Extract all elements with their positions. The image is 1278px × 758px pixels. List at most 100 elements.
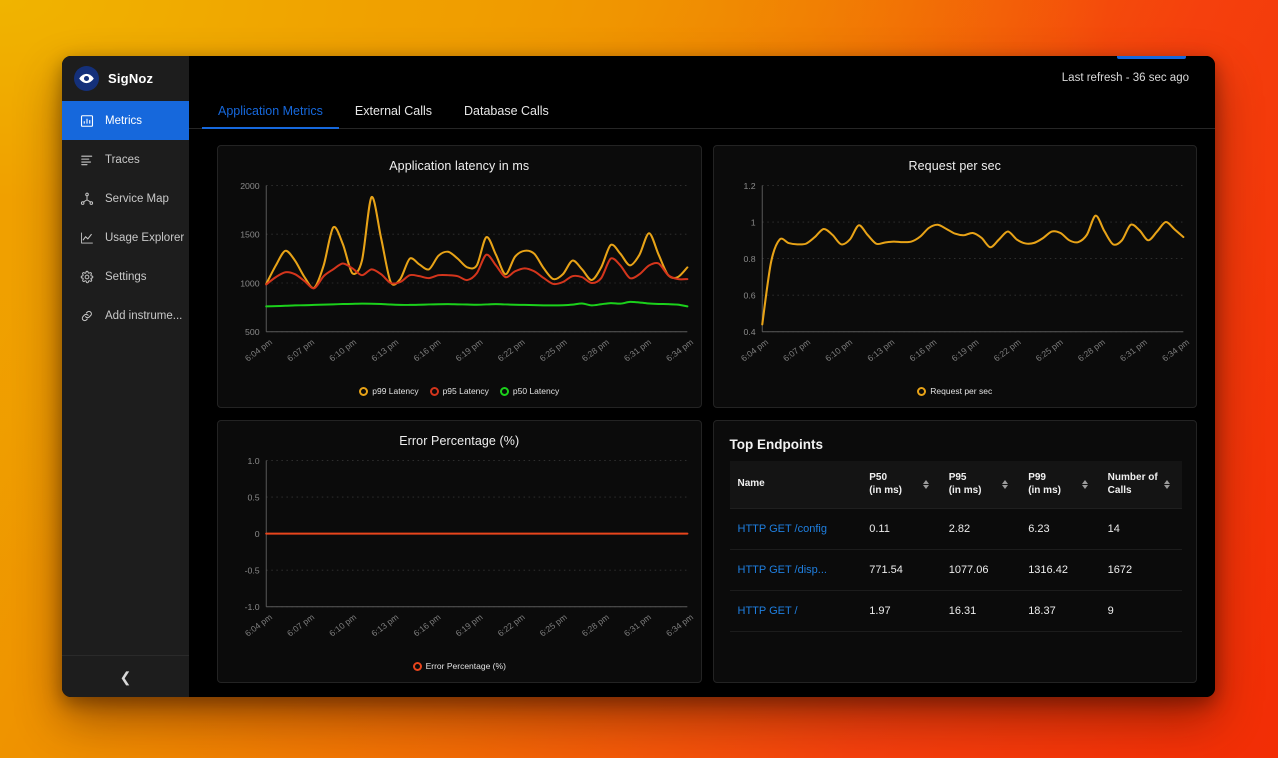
cell-p50: 771.54 [861, 549, 941, 591]
legend-item[interactable]: p50 Latency [499, 386, 560, 396]
column-header-subtext: (in ms) [1028, 484, 1061, 496]
legend-label: Request per sec [930, 386, 993, 396]
cell-p95: 1077.06 [940, 549, 1021, 591]
sidebar-item-service-map[interactable]: Service Map [62, 179, 189, 218]
bar-chart-icon [79, 113, 94, 128]
sidebar-item-metrics[interactable]: Metrics [62, 101, 189, 140]
chart-title: Application latency in ms [389, 159, 530, 173]
cell-p95: 16.31 [940, 590, 1021, 632]
chart-plot-error: -1.0 -0.5 0 0.5 1.0 6:04 pm 6:07 pm 6:10 pm 6:13… [218, 450, 701, 659]
svg-text:6:19 pm: 6:19 pm [453, 337, 484, 363]
svg-text:6:22 pm: 6:22 pm [496, 337, 527, 363]
svg-text:6:28 pm: 6:28 pm [1075, 337, 1106, 363]
chart-legend-error: Error Percentage (%) [218, 659, 701, 682]
endpoint-link[interactable]: HTTP GET / [729, 590, 862, 632]
line-chart-icon [79, 230, 94, 245]
svg-text:6:07 pm: 6:07 pm [780, 337, 811, 363]
card-application-latency: Application latency in ms 500 1000 1500 200… [217, 145, 702, 408]
svg-text:6:16 pm: 6:16 pm [411, 612, 442, 638]
svg-text:0.6: 0.6 [743, 291, 755, 301]
svg-text:1.2: 1.2 [743, 181, 755, 191]
column-header-p50[interactable]: P50 (in ms) [861, 461, 941, 509]
column-header-p99[interactable]: P99 (in ms) [1020, 461, 1100, 509]
cell-p99: 6.23 [1020, 508, 1100, 550]
svg-text:6:13 pm: 6:13 pm [369, 612, 400, 638]
sidebar-item-label: Usage Explorer [105, 231, 185, 244]
sort-toggle-icon[interactable] [1164, 480, 1178, 489]
sort-toggle-icon[interactable] [1002, 480, 1016, 489]
svg-text:6:16 pm: 6:16 pm [907, 337, 938, 363]
app-window: SigNoz Metrics Traces Service Map Usage … [62, 56, 1215, 697]
tab-bar: Application Metrics External Calls Datab… [189, 100, 1215, 129]
svg-text:6:34 pm: 6:34 pm [664, 612, 695, 638]
cell-calls: 14 [1099, 508, 1182, 550]
chart-plot-latency: 500 1000 1500 2000 6:04 pm 6:07 pm 6:10 pm 6:13… [218, 175, 701, 384]
sidebar-item-label: Settings [105, 270, 147, 283]
column-header-subtext: (in ms) [869, 484, 902, 496]
dashboard-grid: Application latency in ms 500 1000 1500 200… [189, 129, 1215, 697]
sidebar-item-usage-explorer[interactable]: Usage Explorer [62, 218, 189, 257]
legend-swatch-p50 [499, 386, 509, 396]
svg-text:6:13 pm: 6:13 pm [369, 337, 400, 363]
tab-application-metrics[interactable]: Application Metrics [202, 100, 339, 129]
svg-text:6:34 pm: 6:34 pm [664, 337, 695, 363]
svg-text:6:04 pm: 6:04 pm [243, 337, 274, 363]
svg-text:6:13 pm: 6:13 pm [865, 337, 896, 363]
legend-label: p50 Latency [512, 386, 560, 396]
svg-text:6:31 pm: 6:31 pm [1117, 337, 1148, 363]
legend-item[interactable]: Request per sec [917, 386, 992, 396]
table-body: HTTP GET /config 0.11 2.82 6.23 14 HTTP … [729, 508, 1182, 632]
legend-item[interactable]: Error Percentage (%) [412, 661, 506, 671]
tab-database-calls[interactable]: Database Calls [448, 100, 565, 128]
svg-text:6:25 pm: 6:25 pm [538, 612, 569, 638]
cell-calls: 1672 [1099, 549, 1182, 591]
sidebar-item-settings[interactable]: Settings [62, 257, 189, 296]
column-header-text: Number of [1107, 472, 1158, 483]
svg-text:500: 500 [245, 327, 260, 337]
sidebar-item-add-instrumentation[interactable]: Add instrume... [62, 296, 189, 335]
table-row: HTTP GET / 1.97 16.31 18.37 9 [729, 590, 1182, 632]
legend-swatch-rps [917, 386, 927, 396]
column-header-subtext: Calls [1107, 484, 1132, 496]
sidebar-collapse-button[interactable]: ❮ [62, 655, 189, 697]
legend-item[interactable]: p95 Latency [429, 386, 489, 396]
table-row: HTTP GET /disp... 771.54 1077.06 1316.42… [729, 549, 1182, 591]
eye-icon [74, 66, 99, 91]
svg-text:6:10 pm: 6:10 pm [327, 612, 358, 638]
svg-text:6:04 pm: 6:04 pm [243, 612, 274, 638]
svg-text:1000: 1000 [240, 279, 260, 289]
column-header-name[interactable]: Name [729, 461, 862, 509]
brand[interactable]: SigNoz [62, 56, 189, 101]
sidebar-item-label: Add instrume... [105, 309, 183, 322]
svg-text:0.8: 0.8 [743, 254, 755, 264]
svg-text:6:04 pm: 6:04 pm [738, 337, 769, 363]
column-header-number-of-calls[interactable]: Number of Calls [1099, 461, 1182, 509]
column-header-p95[interactable]: P95 (in ms) [940, 461, 1021, 509]
sidebar-item-traces[interactable]: Traces [62, 140, 189, 179]
legend-swatch-p95 [429, 386, 439, 396]
svg-text:6:22 pm: 6:22 pm [496, 612, 527, 638]
cell-calls: 9 [1099, 590, 1182, 632]
svg-text:6:07 pm: 6:07 pm [285, 337, 316, 363]
svg-text:6:10 pm: 6:10 pm [823, 337, 854, 363]
legend-item[interactable]: p99 Latency [359, 386, 419, 396]
svg-text:6:19 pm: 6:19 pm [453, 612, 484, 638]
legend-label: p95 Latency [442, 386, 489, 396]
table-row: HTTP GET /config 0.11 2.82 6.23 14 [729, 508, 1182, 550]
svg-text:6:28 pm: 6:28 pm [580, 337, 611, 363]
chart-legend-rps: Request per sec [714, 384, 1197, 407]
sort-toggle-icon[interactable] [1081, 480, 1096, 489]
tab-external-calls[interactable]: External Calls [339, 100, 448, 128]
legend-label: p99 Latency [372, 386, 419, 396]
column-header-subtext: (in ms) [948, 484, 982, 496]
endpoint-link[interactable]: HTTP GET /config [729, 508, 862, 550]
svg-text:6:28 pm: 6:28 pm [580, 612, 611, 638]
traces-icon [79, 152, 94, 167]
cell-p99: 1316.42 [1020, 549, 1100, 591]
svg-text:6:07 pm: 6:07 pm [285, 612, 316, 638]
sort-toggle-icon[interactable] [922, 480, 937, 489]
endpoint-link[interactable]: HTTP GET /disp... [729, 549, 862, 591]
svg-text:6:25 pm: 6:25 pm [538, 337, 569, 363]
svg-text:6:16 pm: 6:16 pm [411, 337, 442, 363]
